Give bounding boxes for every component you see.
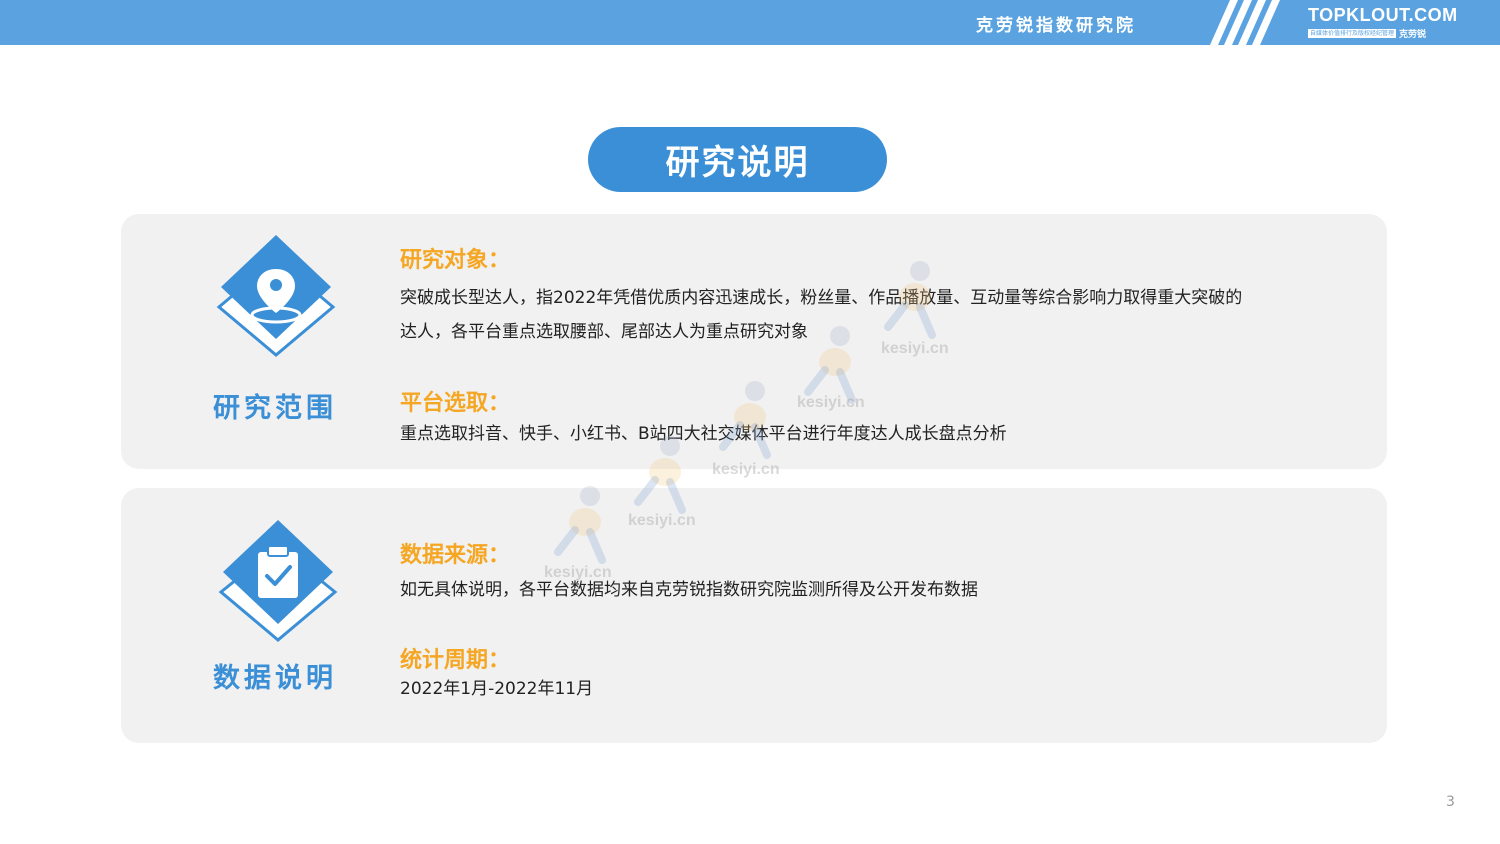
brand-tagline: 自媒体价值排行及版权经纪管理 xyxy=(1308,29,1397,38)
item-title: 数据来源： xyxy=(400,543,511,568)
item-body-line: 达人，各平台重点选取腰部、尾部达人为重点研究对象 xyxy=(400,322,808,342)
brand-title: TOPKLOUT.COM xyxy=(1308,5,1458,25)
section-label: 数据说明 xyxy=(213,663,337,694)
brand-cn-name: 克劳锐 xyxy=(1399,30,1427,40)
item-body: 如无具体说明，各平台数据均来自克劳锐指数研究院监测所得及公开发布数据 xyxy=(400,573,978,607)
page-number: 3 xyxy=(1446,794,1455,810)
item-body: 2022年1月-2022年11月 xyxy=(400,672,593,706)
item-body: 重点选取抖音、快手、小红书、B站四大社交媒体平台进行年度达人成长盘点分析 xyxy=(400,417,1007,451)
section-label: 研究范围 xyxy=(213,393,337,424)
brand-logo: TOPKLOUT.COM 自媒体价值排行及版权经纪管理 克劳锐 xyxy=(1308,5,1463,40)
item-body-line: 2022年1月-2022年11月 xyxy=(400,679,594,699)
location-pin-icon xyxy=(216,235,336,357)
item-title: 统计周期： xyxy=(400,648,511,673)
page-title: 研究说明 xyxy=(588,127,887,192)
item-body-line: 重点选取抖音、快手、小红书、B站四大社交媒体平台进行年度达人成长盘点分析 xyxy=(400,424,1007,444)
item-body-line: 如无具体说明，各平台数据均来自克劳锐指数研究院监测所得及公开发布数据 xyxy=(400,580,978,600)
item-body-line: 突破成长型达人，指2022年凭借优质内容迅速成长，粉丝量、作品播放量、互动量等综… xyxy=(400,288,1243,308)
header-bar: 克劳锐指数研究院 TOPKLOUT.COM 自媒体价值排行及版权经纪管理 克劳锐 xyxy=(0,0,1500,45)
institute-name: 克劳锐指数研究院 xyxy=(976,16,1136,36)
item-body: 突破成长型达人，指2022年凭借优质内容迅速成长，粉丝量、作品播放量、互动量等综… xyxy=(400,281,1242,349)
item-title: 平台选取： xyxy=(400,391,511,416)
data-description-panel: 数据说明 数据来源： 如无具体说明，各平台数据均来自克劳锐指数研究院监测所得及公… xyxy=(121,488,1387,743)
item-title: 研究对象： xyxy=(400,248,511,273)
research-scope-panel: 研究范围 研究对象： 突破成长型达人，指2022年凭借优质内容迅速成长，粉丝量、… xyxy=(121,214,1387,469)
header-stripes-decoration xyxy=(1210,0,1280,45)
clipboard-check-icon xyxy=(218,520,338,642)
